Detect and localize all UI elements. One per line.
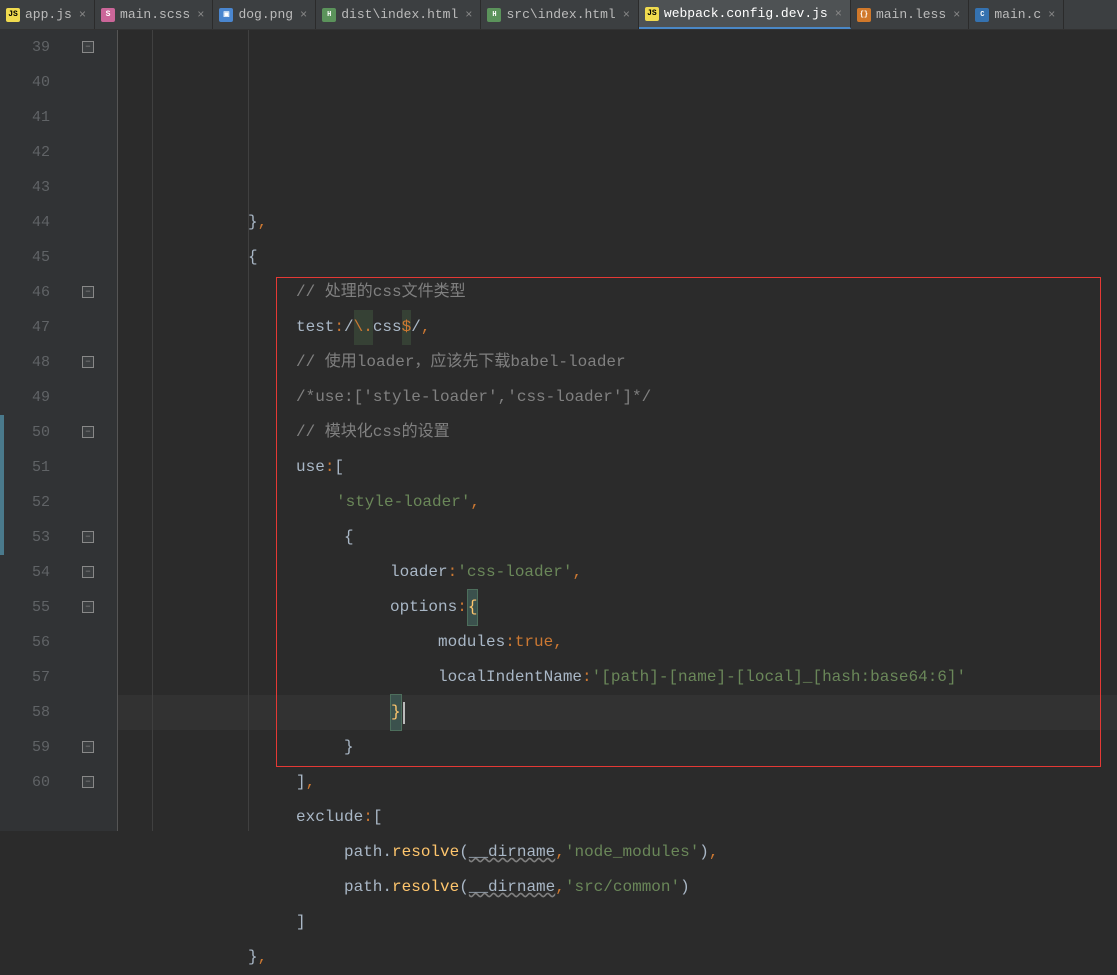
code-line[interactable]: path.resolve(__dirname,'src/common') [118, 870, 1117, 905]
close-icon[interactable]: × [953, 8, 960, 22]
vcs-change-marker [0, 415, 4, 555]
code-line[interactable]: localIndentName:'[path]-[name]-[local]_[… [118, 660, 1117, 695]
tab-dog-png[interactable]: ▣ dog.png × [213, 0, 316, 29]
tab-bar: JSapp.js×Smain.scss×▣dog.png×Hdist\index… [0, 0, 1117, 30]
tab-app-js[interactable]: JS app.js × [0, 0, 95, 29]
line-number: 48 [0, 345, 50, 380]
code-line[interactable]: { [118, 240, 1117, 275]
tab-label: dog.png [238, 7, 293, 22]
code-area[interactable]: },{// 处理的css文件类型test:/\.css$/,// 使用loade… [118, 30, 1117, 831]
code-line[interactable]: loader:'css-loader', [118, 555, 1117, 590]
fold-marker-icon[interactable]: − [82, 41, 94, 53]
line-number: 51 [0, 450, 50, 485]
fold-marker-icon[interactable]: − [82, 531, 94, 543]
html-file-icon: H [487, 8, 501, 22]
code-line[interactable]: }, [118, 940, 1117, 975]
fold-marker-icon[interactable]: − [82, 741, 94, 753]
code-line[interactable]: path.resolve(__dirname,'node_modules'), [118, 835, 1117, 870]
tab-label: webpack.config.dev.js [664, 6, 828, 21]
line-number: 47 [0, 310, 50, 345]
line-number: 57 [0, 660, 50, 695]
fold-marker-icon[interactable]: − [82, 286, 94, 298]
fold-marker-icon[interactable]: − [82, 601, 94, 613]
tab-main-less[interactable]: {} main.less × [851, 0, 969, 29]
tab-label: src\index.html [506, 7, 615, 22]
close-icon[interactable]: × [465, 8, 472, 22]
line-number: 59 [0, 730, 50, 765]
line-number: 56 [0, 625, 50, 660]
line-number: 60 [0, 765, 50, 800]
tab-src-index-html[interactable]: Hsrc\index.html × [481, 0, 638, 29]
tab-label: main.scss [120, 7, 190, 22]
line-number: 54 [0, 555, 50, 590]
close-icon[interactable]: × [79, 8, 86, 22]
line-number: 50 [0, 415, 50, 450]
css-file-icon: C [975, 8, 989, 22]
fold-marker-icon[interactable]: − [82, 426, 94, 438]
line-number: 52 [0, 485, 50, 520]
line-number: 53 [0, 520, 50, 555]
tab-main-c[interactable]: Cmain.c × [969, 0, 1064, 29]
close-icon[interactable]: × [623, 8, 630, 22]
fold-marker-icon[interactable]: − [82, 776, 94, 788]
line-number: 39 [0, 30, 50, 65]
code-line[interactable]: { [118, 520, 1117, 555]
code-editor[interactable]: 3940414243444546474849505152535455565758… [0, 30, 1117, 831]
tab-label: main.less [876, 7, 946, 22]
code-line[interactable]: } [118, 730, 1117, 765]
less-file-icon: {} [857, 8, 871, 22]
line-number: 46 [0, 275, 50, 310]
line-number: 55 [0, 590, 50, 625]
close-icon[interactable]: × [197, 8, 204, 22]
code-line[interactable]: options:{ [118, 590, 1117, 625]
fold-marker-icon[interactable]: − [82, 356, 94, 368]
tab-label: main.c [994, 7, 1041, 22]
line-number: 58 [0, 695, 50, 730]
code-line[interactable]: // 模块化css的设置 [118, 415, 1117, 450]
close-icon[interactable]: × [300, 8, 307, 22]
html-file-icon: H [322, 8, 336, 22]
code-line[interactable]: test:/\.css$/, [118, 310, 1117, 345]
code-line[interactable]: exclude:[ [118, 800, 1117, 835]
line-number-gutter: 3940414243444546474849505152535455565758… [0, 30, 72, 831]
code-line[interactable]: }, [118, 205, 1117, 240]
line-number: 49 [0, 380, 50, 415]
code-line[interactable]: modules:true, [118, 625, 1117, 660]
close-icon[interactable]: × [835, 7, 842, 21]
text-cursor [403, 702, 405, 724]
code-line[interactable]: } [118, 695, 1117, 730]
line-number: 40 [0, 65, 50, 100]
code-line[interactable]: // 处理的css文件类型 [118, 275, 1117, 310]
line-number: 45 [0, 240, 50, 275]
close-icon[interactable]: × [1048, 8, 1055, 22]
line-number: 41 [0, 100, 50, 135]
tab-dist-index-html[interactable]: Hdist\index.html × [316, 0, 481, 29]
tab-webpack-config-dev-js[interactable]: JS webpack.config.dev.js × [639, 0, 851, 29]
img-file-icon: ▣ [219, 8, 233, 22]
code-line[interactable]: ], [118, 765, 1117, 800]
tab-main-scss[interactable]: Smain.scss × [95, 0, 213, 29]
code-line[interactable]: use:[ [118, 450, 1117, 485]
line-number: 42 [0, 135, 50, 170]
code-line[interactable]: ] [118, 905, 1117, 940]
js-file-icon: JS [645, 7, 659, 21]
tab-label: dist\index.html [341, 7, 458, 22]
line-number: 43 [0, 170, 50, 205]
fold-marker-icon[interactable]: − [82, 566, 94, 578]
fold-column: − − − − − − − − − [72, 30, 118, 831]
tab-label: app.js [25, 7, 72, 22]
line-number: 44 [0, 205, 50, 240]
code-line[interactable]: /*use:['style-loader','css-loader']*/ [118, 380, 1117, 415]
sass-file-icon: S [101, 8, 115, 22]
js-file-icon: JS [6, 8, 20, 22]
code-line[interactable]: 'style-loader', [118, 485, 1117, 520]
code-line[interactable]: // 使用loader，应该先下载babel-loader [118, 345, 1117, 380]
